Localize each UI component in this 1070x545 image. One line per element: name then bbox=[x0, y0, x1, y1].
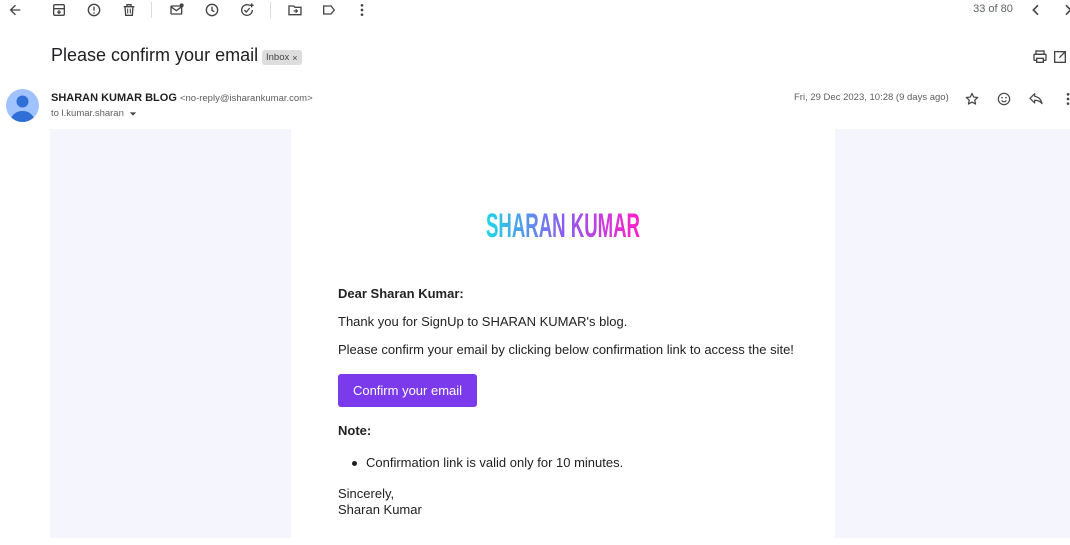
sender-email: <no-reply@isharankumar.com> bbox=[179, 93, 313, 104]
caret-down-icon[interactable] bbox=[129, 110, 137, 118]
person-icon bbox=[10, 95, 35, 122]
emoji-reaction-icon[interactable] bbox=[993, 88, 1015, 110]
recipient-line[interactable]: to l.kumar.sharan bbox=[51, 108, 137, 119]
newer-chevron-icon[interactable] bbox=[1024, 0, 1048, 20]
add-task-icon[interactable] bbox=[235, 0, 259, 20]
sender-avatar[interactable] bbox=[6, 89, 39, 122]
message-date: Fri, 29 Dec 2023, 10:28 (9 days ago) bbox=[794, 92, 949, 103]
label-chip-text: Inbox bbox=[266, 52, 290, 63]
email-paragraph-instructions: Please confirm your email by clicking be… bbox=[338, 342, 794, 357]
pager-count: 33 of 80 bbox=[973, 3, 1013, 15]
signoff-line: Sincerely, bbox=[338, 486, 395, 501]
signoff-name: Sharan Kumar bbox=[338, 502, 422, 517]
email-signoff: Sincerely, Sharan Kumar bbox=[338, 486, 422, 518]
recipient-text: to l.kumar.sharan bbox=[51, 108, 124, 119]
email-paragraph-thanks: Thank you for SignUp to SHARAN KUMAR's b… bbox=[338, 314, 628, 329]
toolbar-divider bbox=[151, 2, 152, 18]
back-arrow-icon[interactable] bbox=[3, 0, 27, 20]
star-icon[interactable] bbox=[961, 88, 983, 110]
email-content-card bbox=[291, 129, 835, 538]
older-chevron-icon[interactable] bbox=[1056, 0, 1070, 20]
message-toolbar: 33 of 80 bbox=[0, 0, 1070, 20]
sharan-kumar-logo: SHARAN KUMAR bbox=[486, 207, 640, 243]
email-subject: Please confirm your email bbox=[51, 45, 259, 65]
note-heading: Note: bbox=[338, 423, 372, 438]
remove-label-icon[interactable]: × bbox=[292, 53, 297, 63]
snooze-icon[interactable] bbox=[200, 0, 224, 20]
more-options-icon[interactable] bbox=[1057, 88, 1070, 110]
more-vert-icon[interactable] bbox=[350, 0, 374, 20]
open-new-window-icon[interactable] bbox=[1050, 47, 1070, 67]
archive-icon[interactable] bbox=[47, 0, 71, 20]
delete-icon[interactable] bbox=[117, 0, 141, 20]
mark-unread-icon[interactable] bbox=[165, 0, 189, 20]
report-spam-icon[interactable] bbox=[82, 0, 106, 20]
confirm-email-button[interactable]: Confirm your email bbox=[338, 374, 477, 407]
logo-text: SHARAN KUMAR bbox=[486, 207, 640, 243]
print-icon[interactable] bbox=[1030, 47, 1050, 67]
inbox-label-chip[interactable]: Inbox × bbox=[262, 50, 302, 65]
sender-name[interactable]: SHARAN KUMAR BLOG bbox=[51, 92, 177, 104]
note-item: Confirmation link is valid only for 10 m… bbox=[338, 455, 623, 470]
label-icon[interactable] bbox=[317, 0, 341, 20]
sender-info: SHARAN KUMAR BLOG <no-reply@isharankumar… bbox=[51, 92, 313, 104]
email-greeting: Dear Sharan Kumar: bbox=[338, 286, 464, 301]
move-to-icon[interactable] bbox=[283, 0, 307, 20]
toolbar-divider bbox=[270, 2, 271, 18]
note-list: Confirmation link is valid only for 10 m… bbox=[338, 455, 623, 470]
reply-icon[interactable] bbox=[1025, 88, 1047, 110]
